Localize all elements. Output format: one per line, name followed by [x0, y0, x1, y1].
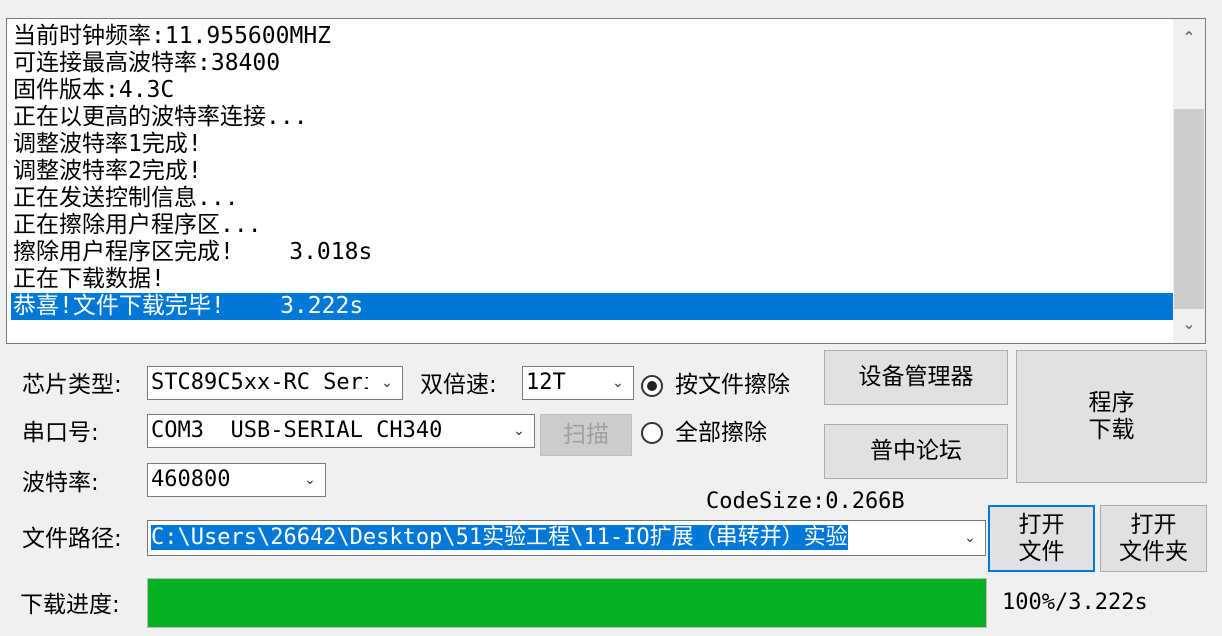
log-line: 正在下载数据!	[13, 266, 165, 292]
scan-button-label: 扫描	[563, 421, 609, 448]
port-select[interactable]: COM3 USB-SERIAL CH340 ⌄	[147, 414, 535, 448]
program-download-line2: 下载	[1088, 416, 1135, 443]
download-progress-bar	[147, 578, 987, 628]
log-lines: 当前时钟频率:11.955600MHZ 可连接最高波特率:38400 固件版本:4.…	[11, 23, 1175, 320]
device-manager-button[interactable]: 设备管理器	[824, 350, 1008, 405]
open-file-line1: 打开	[1018, 511, 1065, 538]
open-folder-line1: 打开	[1130, 511, 1177, 538]
log-line: 正在擦除用户程序区...	[13, 212, 262, 238]
forum-label: 普中论坛	[870, 438, 962, 464]
open-folder-line2: 文件夹	[1119, 538, 1188, 565]
erase-all-label[interactable]: 全部擦除	[675, 418, 767, 448]
device-manager-label: 设备管理器	[858, 364, 974, 390]
program-download-button[interactable]: 程序 下载	[1016, 350, 1207, 483]
log-line: 当前时钟频率:11.955600MHZ	[13, 23, 332, 49]
double-speed-label: 双倍速:	[420, 372, 497, 398]
open-file-line2: 文件	[1018, 538, 1065, 565]
program-download-line1: 程序	[1088, 389, 1135, 416]
progress-text: 100%/3.222s	[1002, 590, 1148, 615]
log-line: 正在发送控制信息...	[13, 185, 239, 211]
chevron-down-icon: ⌄	[612, 375, 624, 391]
log-output[interactable]: 当前时钟频率:11.955600MHZ 可连接最高波特率:38400 固件版本:4.…	[6, 18, 1206, 344]
erase-by-file-label[interactable]: 按文件擦除	[675, 370, 790, 400]
log-line: 调整波特率1完成!	[13, 131, 202, 157]
double-speed-select[interactable]: 12T ⌄	[522, 366, 634, 400]
chevron-down-icon: ⌄	[304, 472, 316, 488]
scroll-down-icon[interactable]: ⌄	[1173, 309, 1205, 339]
radio-erase-all[interactable]	[641, 422, 663, 444]
chevron-down-icon: ⌄	[381, 375, 393, 391]
baud-select[interactable]: 460800 ⌄	[147, 463, 326, 497]
log-line: 正在以更高的波特率连接...	[13, 104, 308, 130]
open-folder-button[interactable]: 打开 文件夹	[1100, 505, 1207, 572]
file-path-label: 文件路径:	[22, 526, 122, 552]
radio-erase-by-file[interactable]	[641, 375, 663, 397]
scan-button[interactable]: 扫描	[540, 414, 632, 456]
file-path-value: C:\Users\26642\Desktop\51实验工程\11-IO扩展（串转…	[151, 525, 848, 550]
log-line: 调整波特率2完成!	[13, 158, 202, 184]
baud-value: 460800	[151, 467, 231, 492]
double-speed-value: 12T	[526, 370, 566, 395]
port-value: COM3 USB-SERIAL CH340	[151, 418, 443, 443]
log-line: 擦除用户程序区完成! 3.018s	[13, 239, 373, 265]
forum-button[interactable]: 普中论坛	[824, 424, 1008, 479]
chevron-down-icon: ⌄	[964, 530, 976, 546]
baud-label: 波特率:	[22, 470, 99, 496]
scroll-up-icon[interactable]: ⌃	[1173, 23, 1205, 53]
port-label: 串口号:	[22, 420, 99, 446]
chip-type-value: STC89C5xx-RC Series	[151, 370, 368, 395]
chip-type-select[interactable]: STC89C5xx-RC Series ⌄	[147, 366, 403, 400]
progress-label: 下载进度:	[20, 592, 120, 618]
scroll-thumb[interactable]	[1174, 109, 1204, 309]
log-line: 可连接最高波特率:38400	[13, 50, 281, 76]
log-scrollbar[interactable]: ⌃ ⌄	[1173, 19, 1205, 343]
progress-fill	[148, 579, 986, 627]
chip-type-label: 芯片类型:	[22, 372, 122, 398]
log-line: 恭喜!文件下载完毕! 3.222s	[11, 293, 1175, 320]
open-file-button[interactable]: 打开 文件	[988, 505, 1095, 572]
chevron-down-icon: ⌄	[513, 423, 525, 439]
file-path-select[interactable]: C:\Users\26642\Desktop\51实验工程\11-IO扩展（串转…	[147, 520, 986, 556]
code-size-text: CodeSize:0.266B	[706, 489, 905, 514]
log-line: 固件版本:4.3C	[13, 77, 175, 103]
